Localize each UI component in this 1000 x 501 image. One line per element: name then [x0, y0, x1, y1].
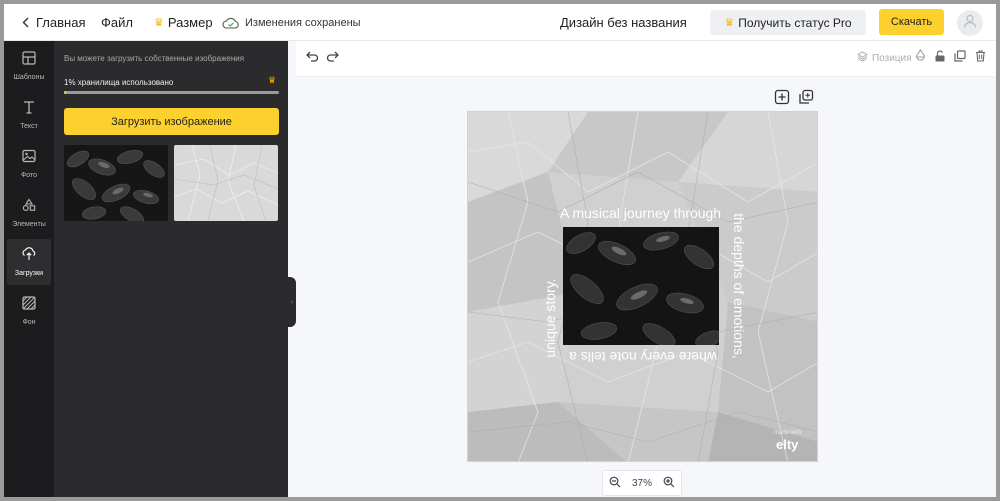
- text-icon: [22, 100, 36, 119]
- storage-progress: [64, 91, 279, 94]
- duplicate-button[interactable]: [952, 50, 968, 66]
- zoom-in-icon: [663, 476, 675, 487]
- top-bar: Главная Файл ♛ Размер Изменения сохранен…: [4, 4, 996, 41]
- add-page-button[interactable]: [774, 89, 790, 105]
- rail-item-text[interactable]: Текст: [7, 92, 51, 138]
- download-button[interactable]: Скачать: [879, 9, 944, 35]
- get-pro-button[interactable]: ♛ Получить статус Pro: [710, 10, 866, 35]
- rail-item-photo[interactable]: Фото: [7, 141, 51, 187]
- lock-button[interactable]: [932, 50, 948, 66]
- elements-icon: [22, 198, 36, 217]
- opacity-button[interactable]: [912, 49, 928, 67]
- undo-icon: [305, 49, 319, 67]
- avatar[interactable]: [957, 10, 983, 36]
- droplet-icon: [915, 49, 926, 67]
- rail-item-background[interactable]: Фон: [7, 288, 51, 334]
- watermark-logo: elty: [776, 437, 799, 452]
- zoom-out-button[interactable]: [609, 476, 621, 491]
- rail-label: Фото: [20, 172, 38, 179]
- thumbnail-dark-leaves[interactable]: [64, 145, 168, 221]
- copy-icon: [954, 49, 966, 67]
- position-button[interactable]: Позиция: [856, 51, 912, 65]
- upload-image-button[interactable]: Загрузить изображение: [64, 108, 279, 135]
- file-label: Файл: [101, 15, 133, 30]
- storage-label: 1% хранилища использовано: [64, 78, 174, 87]
- duplicate-page-button[interactable]: [798, 89, 814, 105]
- crumpled-paper-image: [174, 145, 278, 221]
- upload-icon: [22, 247, 36, 266]
- upload-label: Загрузить изображение: [111, 115, 232, 128]
- uploads-panel: Вы можете загрузить собственные изображе…: [54, 41, 288, 497]
- cloud-check-icon: [222, 17, 240, 29]
- rail-label: Шаблоны: [13, 74, 45, 81]
- saved-status-text: Изменения сохранены: [245, 16, 361, 29]
- crown-icon: ♛: [268, 75, 277, 85]
- dark-leaves-image: [64, 145, 168, 221]
- panel-collapse-handle[interactable]: ‹: [288, 277, 296, 327]
- resize-menu[interactable]: ♛ Размер: [154, 4, 213, 41]
- duplicate-page-icon: [798, 89, 814, 109]
- app-window: Главная Файл ♛ Размер Изменения сохранен…: [4, 4, 996, 497]
- storage-progress-fill: [64, 91, 67, 94]
- templates-icon: [22, 51, 36, 70]
- zoom-in-button[interactable]: [663, 476, 675, 491]
- background-icon: [22, 296, 36, 315]
- file-menu[interactable]: Файл: [101, 4, 133, 41]
- home-label: Главная: [36, 15, 86, 30]
- user-icon: [962, 13, 978, 34]
- thumbnail-crumpled-paper[interactable]: [174, 145, 278, 221]
- home-link[interactable]: Главная: [22, 4, 85, 41]
- rail-label: Текст: [20, 123, 38, 130]
- crown-icon: ♛: [724, 17, 735, 29]
- redo-icon: [326, 49, 339, 67]
- design-canvas[interactable]: A musical journey through the depths of …: [467, 111, 818, 462]
- rail-label: Элементы: [12, 221, 46, 228]
- zoom-control: 37%: [602, 470, 682, 496]
- watermark-caption: made with: [774, 430, 802, 436]
- dark-leaves-photo[interactable]: [563, 227, 719, 345]
- rail-label: Фон: [22, 319, 36, 326]
- pro-label: Получить статус Pro: [738, 15, 852, 30]
- caption-text-top[interactable]: A musical journey through: [560, 205, 721, 221]
- delete-button[interactable]: [972, 50, 988, 66]
- position-label: Позиция: [872, 52, 912, 64]
- zoom-level: 37%: [631, 477, 652, 489]
- crown-icon: ♛: [154, 17, 164, 29]
- upload-hint: Вы можете загрузить собственные изображе…: [64, 54, 245, 63]
- zoom-out-icon: [609, 476, 621, 487]
- unlock-icon: [934, 49, 946, 67]
- trash-icon: [975, 49, 986, 67]
- chevron-left-icon: [22, 17, 29, 28]
- design-title[interactable]: Дизайн без названия: [560, 4, 687, 41]
- caption-text-right[interactable]: the depths of emotions,: [731, 213, 747, 359]
- undo-button[interactable]: [304, 50, 320, 66]
- rail-label: Загрузки: [14, 270, 44, 277]
- caption-text-left[interactable]: unique story.: [542, 278, 558, 357]
- size-label: Размер: [167, 15, 213, 30]
- save-status: Изменения сохранены: [222, 4, 361, 41]
- download-label: Скачать: [890, 16, 933, 28]
- rail-item-elements[interactable]: Элементы: [7, 190, 51, 236]
- add-square-icon: [774, 89, 790, 109]
- rail-item-uploads[interactable]: Загрузки: [7, 239, 51, 285]
- redo-button[interactable]: [324, 50, 340, 66]
- chevron-left-icon: ‹: [290, 298, 294, 306]
- layers-icon: [856, 51, 869, 65]
- left-rail: Шаблоны Текст Фото Элементы Загрузки Фон: [4, 41, 54, 497]
- design-title-text: Дизайн без названия: [560, 15, 687, 30]
- caption-text-bottom[interactable]: where every note tells a: [569, 349, 717, 365]
- rail-item-templates[interactable]: Шаблоны: [7, 43, 51, 89]
- photo-icon: [22, 149, 36, 168]
